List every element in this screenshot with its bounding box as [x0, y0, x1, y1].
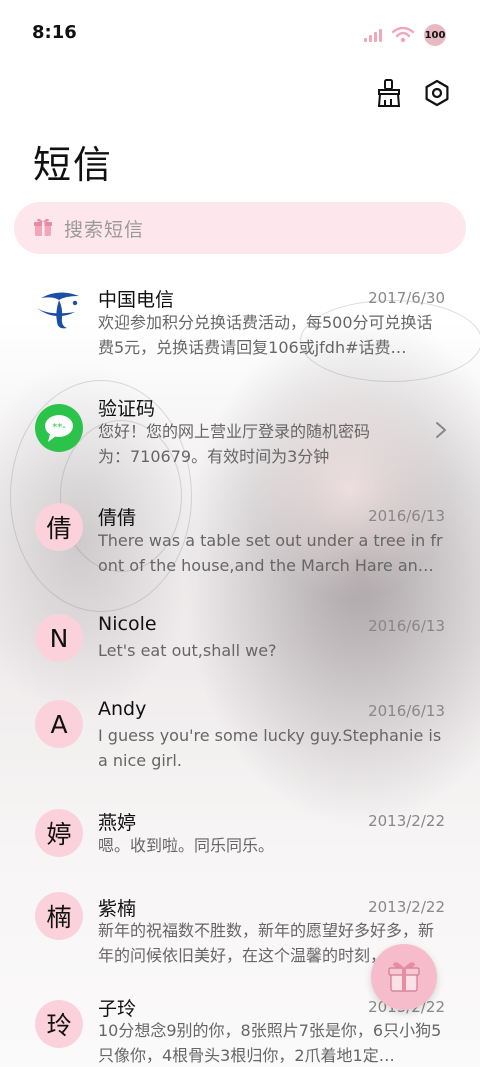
conversation-row[interactable]: **- 验证码 您好！您的网上营业厅登录的随机密码为：710679。有效时间为3… — [0, 378, 480, 488]
search-placeholder: 搜索短信 — [64, 218, 145, 241]
gift-box-icon — [388, 962, 420, 992]
message-preview: Let's eat out,shall we? — [98, 641, 277, 660]
svg-text:**-: **- — [52, 422, 66, 433]
avatar: A — [35, 700, 83, 748]
conversation-row[interactable]: N Nicole 2016/6/13 Let's eat out,shall w… — [0, 600, 480, 684]
wifi-icon — [392, 27, 414, 43]
message-preview: 欢迎参加积分兑换话费活动，每500分可兑换话费5元，兑换话费请回复106或jfd… — [98, 313, 433, 357]
gift-box-icon — [34, 218, 52, 236]
battery-icon: 100 — [424, 24, 446, 46]
contact-name: 中国电信 — [98, 289, 175, 311]
status-icons: 100 — [364, 24, 446, 46]
clean-icon[interactable] — [374, 78, 404, 108]
message-preview: There was a table set out under a tree i… — [98, 531, 443, 575]
message-preview: 嗯。收到啦。同乐同乐。 — [98, 836, 275, 855]
message-date: 2013/2/22 — [368, 812, 445, 830]
message-bubble-icon: **- — [35, 404, 83, 452]
message-preview: 10分想念9别的你，8张照片7张是你，6只小狗5只像你，4根骨头3根归你，2爪着… — [98, 1021, 442, 1065]
china-telecom-logo-icon — [35, 286, 83, 334]
status-time: 8:16 — [32, 22, 77, 43]
message-date: 2017/6/30 — [368, 289, 445, 307]
compose-fab-button[interactable] — [371, 944, 437, 1010]
search-bar[interactable]: 搜索短信 — [14, 202, 466, 254]
avatar: N — [35, 614, 83, 662]
avatar: 楠 — [35, 892, 83, 940]
contact-name: 燕婷 — [98, 812, 137, 834]
page-title: 短信 — [33, 143, 114, 187]
header-actions — [374, 78, 452, 108]
conversation-row[interactable]: 倩 倩倩 2016/6/13 There was a table set out… — [0, 488, 480, 600]
contact-name: 倩倩 — [98, 507, 137, 529]
conversation-row[interactable]: 中国电信 2017/6/30 欢迎参加积分兑换话费活动，每500分可兑换话费5元… — [0, 268, 480, 378]
settings-icon[interactable] — [422, 78, 452, 108]
message-date: 2013/2/22 — [368, 898, 445, 916]
conversation-row[interactable]: 婷 燕婷 2013/2/22 嗯。收到啦。同乐同乐。 — [0, 796, 480, 888]
message-date: 2016/6/13 — [368, 617, 445, 635]
message-date: 2016/6/13 — [368, 507, 445, 525]
battery-level: 100 — [424, 29, 446, 41]
contact-name: 紫楠 — [98, 898, 137, 920]
contact-name: 验证码 — [98, 398, 156, 420]
signal-icon — [364, 28, 382, 42]
avatar: 倩 — [35, 503, 83, 551]
status-bar: 8:16 100 — [0, 0, 480, 66]
chevron-right-icon — [436, 422, 446, 438]
message-preview: I guess you're some lucky guy.Stephanie … — [98, 726, 442, 770]
avatar: 玲 — [35, 1000, 83, 1048]
message-date: 2016/6/13 — [368, 702, 445, 720]
contact-name: Andy — [98, 698, 147, 720]
contact-name: Nicole — [98, 613, 157, 635]
message-preview: 您好！您的网上营业厅登录的随机密码为：710679。有效时间为3分钟 — [98, 422, 371, 466]
contact-name: 子玲 — [98, 998, 137, 1020]
avatar: 婷 — [35, 809, 83, 857]
conversation-row[interactable]: A Andy 2016/6/13 I guess you're some luc… — [0, 684, 480, 796]
